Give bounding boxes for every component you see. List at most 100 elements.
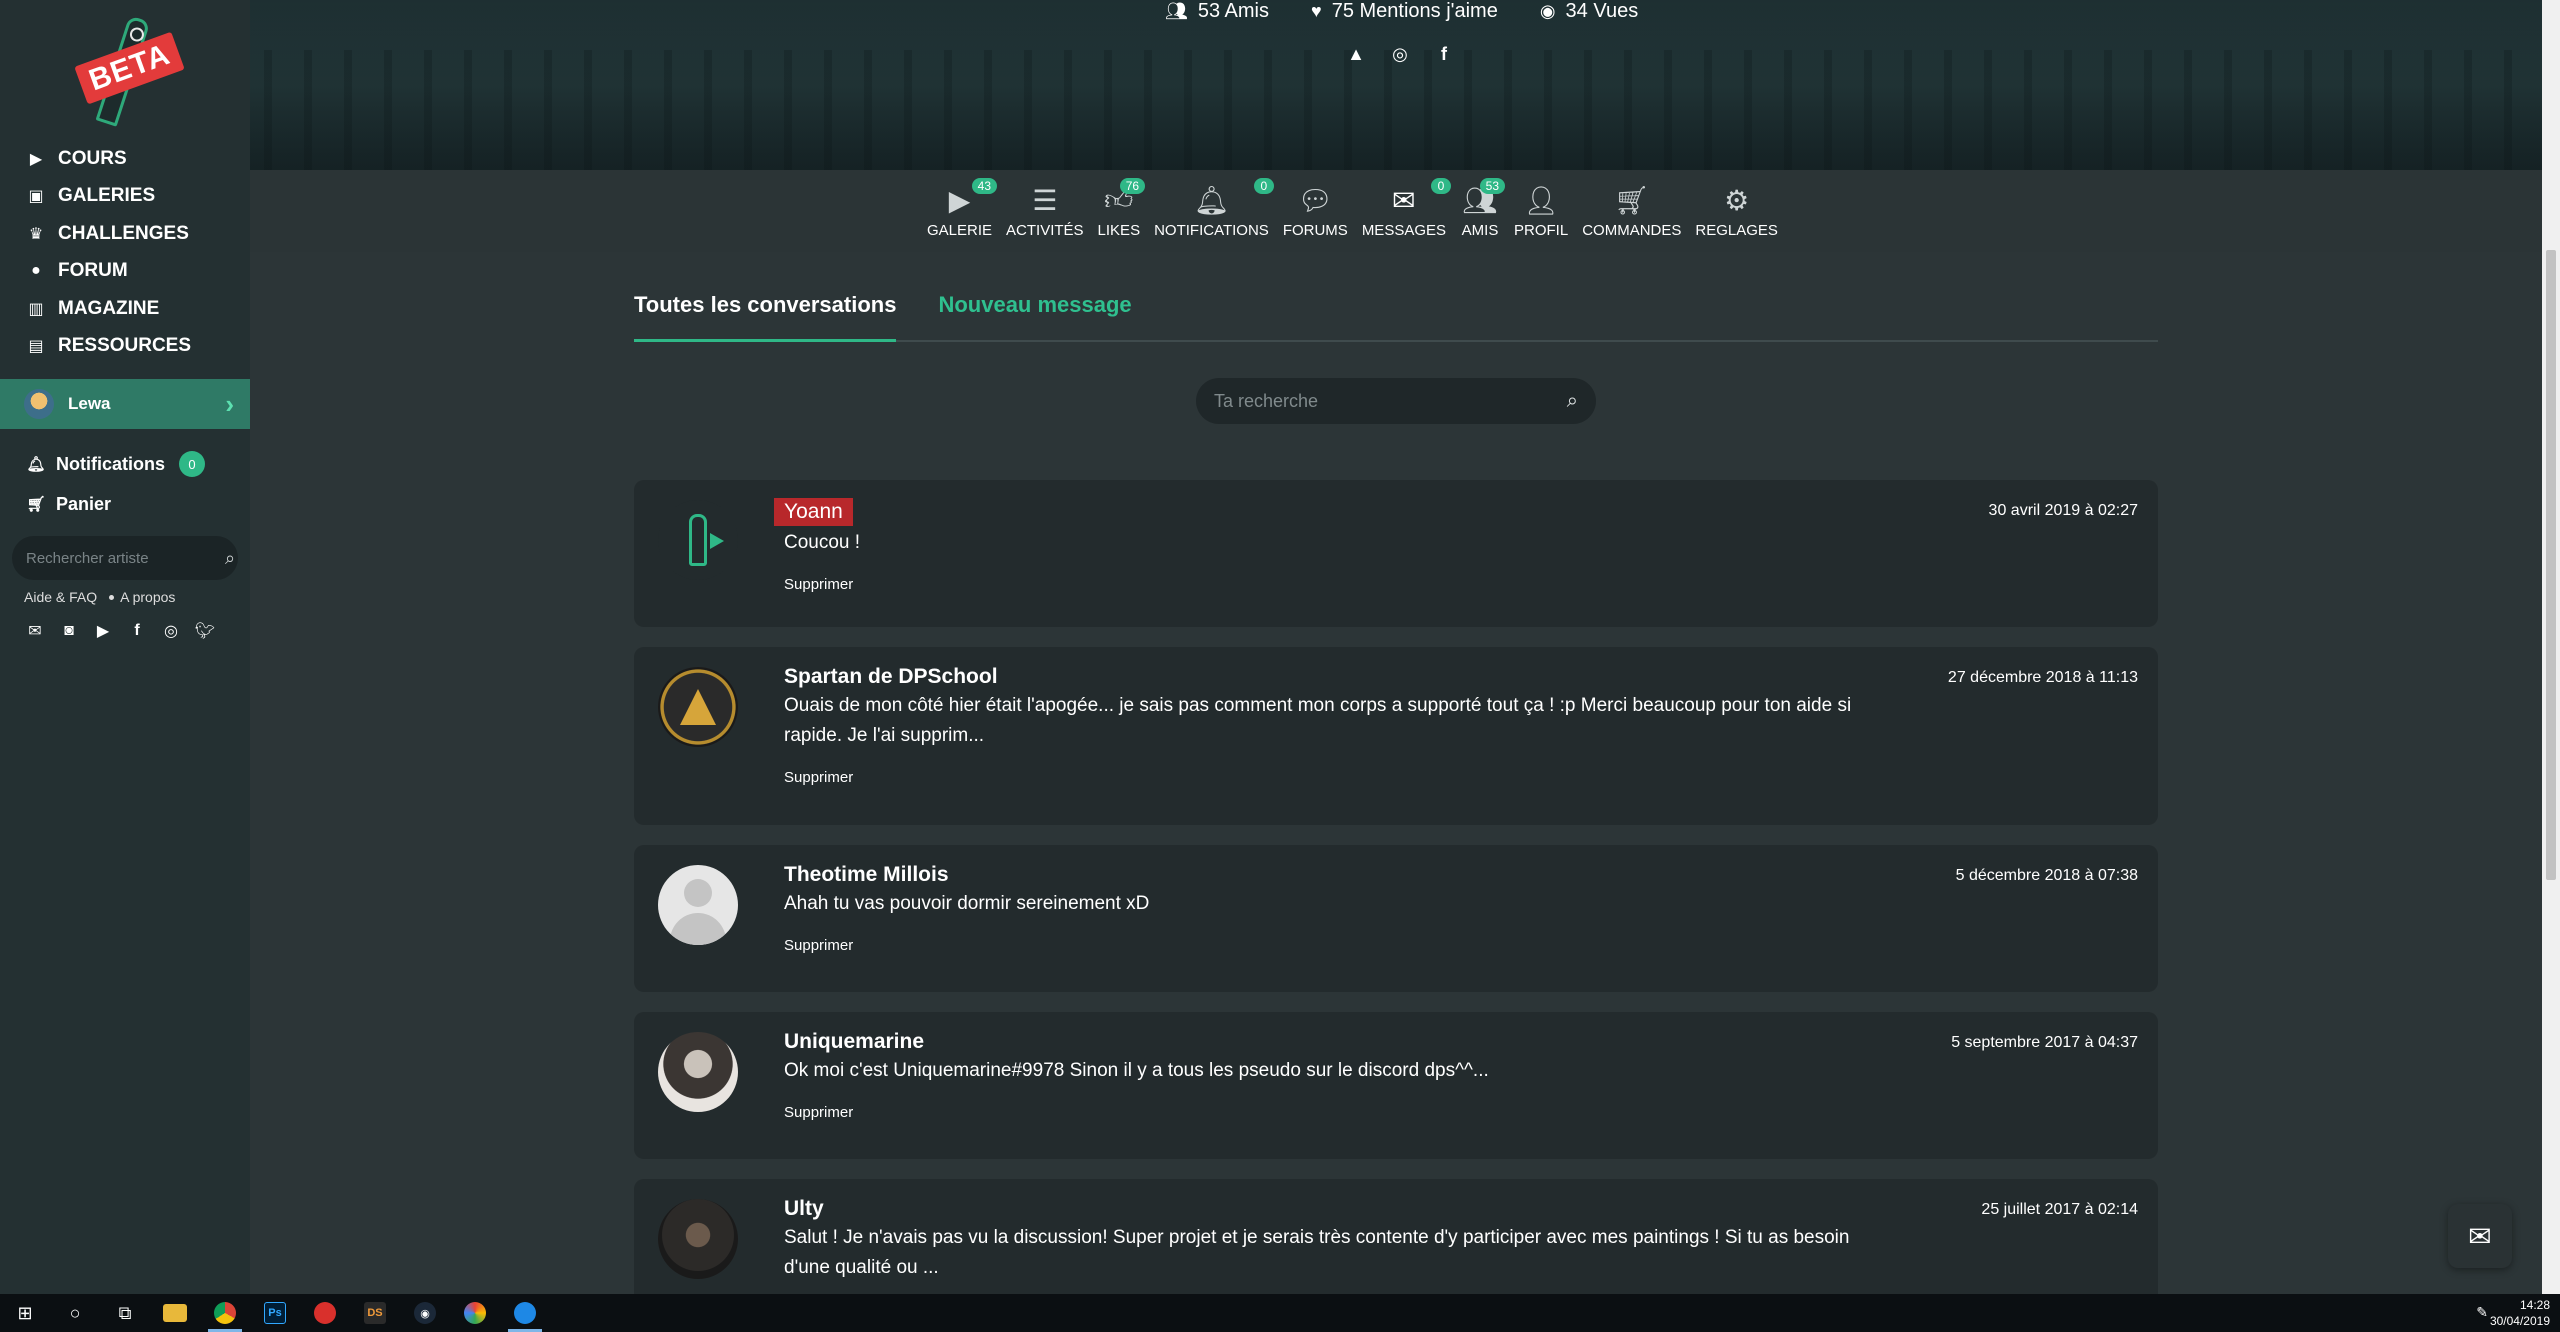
cart-link[interactable]: 🛒︎ Panier xyxy=(0,484,250,524)
tab-profil[interactable]: 👤︎ PROFIL xyxy=(1507,182,1575,240)
likes-stat-text: 75 Mentions j'aime xyxy=(1331,0,1498,22)
facebook-icon[interactable]: f xyxy=(1433,44,1455,65)
envelope-icon: ✉ xyxy=(2468,1220,2492,1252)
task-view-icon[interactable]: ⧉ xyxy=(100,1294,150,1332)
about-link[interactable]: A propos xyxy=(120,589,175,605)
search-circle-icon[interactable]: ○ xyxy=(50,1294,100,1332)
nav-label: CHALLENGES xyxy=(58,222,189,244)
app-multicolor-icon[interactable] xyxy=(450,1294,500,1332)
tab-count-badge: 53 xyxy=(1479,178,1506,194)
instagram-icon[interactable]: ◎ xyxy=(1389,44,1411,65)
daz-studio-icon[interactable]: DS xyxy=(350,1294,400,1332)
sidebar: BETA ▶ COURS ▣ GALERIES ♛ CHALLENGES ● F… xyxy=(0,0,250,1294)
conversation-search: ⌕ xyxy=(1196,378,1596,424)
discord-icon[interactable]: ◙ xyxy=(58,620,80,642)
photoshop-icon[interactable]: Ps xyxy=(250,1294,300,1332)
tab-label: GALERIE xyxy=(927,222,993,239)
profile-stats: 👥︎ 53 Amis ♥ 75 Mentions j'aime ◉ 34 Vue… xyxy=(1165,0,1638,23)
tab-label: PROFIL xyxy=(1514,222,1569,239)
tab-likes[interactable]: 👍︎ 76 LIKES xyxy=(1091,178,1148,239)
social-links: ✉ ◙ ▶ f ◎ 🐦︎ xyxy=(24,620,216,642)
tab-amis[interactable]: 👥︎ 53 AMIS xyxy=(1453,178,1507,239)
search-icon[interactable]: ⌕ xyxy=(225,548,235,569)
pen-tray-icon[interactable]: ✎ xyxy=(2476,1304,2488,1321)
conversation-item[interactable]: Spartan de DPSchool 27 décembre 2018 à 1… xyxy=(634,647,2158,825)
search-icon[interactable]: ⌕ xyxy=(1567,390,1578,413)
page-scrollbar[interactable] xyxy=(2542,0,2560,1294)
tab-label: NOTIFICATIONS xyxy=(1154,222,1269,239)
help-faq-link[interactable]: Aide & FAQ xyxy=(24,589,97,605)
messages-panel: Toutes les conversations Nouveau message… xyxy=(250,252,2542,1332)
tab-count-badge: 0 xyxy=(1431,178,1452,194)
conversation-item[interactable]: Uniquemarine 5 septembre 2017 à 04:37 Ok… xyxy=(634,1012,2158,1159)
youtube-icon[interactable]: ▶ xyxy=(92,620,114,642)
notifications-label: Notifications xyxy=(56,453,166,474)
main-nav: ▶ COURS ▣ GALERIES ♛ CHALLENGES ● FORUM … xyxy=(0,140,250,365)
comments-icon: 💬︎ xyxy=(1297,184,1334,216)
envelope-icon: ✉ xyxy=(1392,184,1416,216)
conversation-item[interactable]: Yoann 30 avril 2019 à 02:27 Coucou ! Sup… xyxy=(634,480,2158,627)
tab-forums[interactable]: 💬︎ FORUMS xyxy=(1276,182,1355,240)
tab-label: LIKES xyxy=(1097,222,1141,239)
conversation-date: 5 septembre 2017 à 04:37 xyxy=(1951,1034,2138,1051)
delete-conversation-link[interactable]: Supprimer xyxy=(784,1104,853,1121)
tab-galerie[interactable]: ▶ 43 GALERIE xyxy=(920,178,999,239)
conversation-preview: Salut ! Je n'avais pas vu la discussion!… xyxy=(784,1227,1850,1278)
steam-icon[interactable]: ◉ xyxy=(400,1294,450,1332)
nav-item-ressources[interactable]: ▤ RESSOURCES xyxy=(0,328,250,366)
tab-activites[interactable]: ☰ ACTIVITÉS xyxy=(999,182,1091,240)
avatar xyxy=(658,1199,738,1279)
profile-social-links: ▲ ◎ f xyxy=(1345,44,1455,65)
tab-count-badge: 0 xyxy=(1253,178,1274,194)
delete-conversation-link[interactable]: Supprimer xyxy=(784,769,853,786)
cart-icon: 🛒︎ xyxy=(1614,184,1650,216)
chrome-icon[interactable] xyxy=(200,1294,250,1332)
notifications-link[interactable]: 🔔︎ Notifications 0 xyxy=(0,444,250,484)
facebook-icon[interactable]: f xyxy=(126,620,148,642)
friends-stat: 👥︎ 53 Amis xyxy=(1165,0,1269,23)
floating-message-button[interactable]: ✉ xyxy=(2448,1204,2512,1268)
mail-icon[interactable]: ✉ xyxy=(24,620,46,642)
profile-tabs: ▶ 43 GALERIE ☰ ACTIVITÉS 👍︎ 76 LIKES 🔔︎ … xyxy=(920,178,1785,240)
scrollbar-thumb[interactable] xyxy=(2546,250,2556,880)
user-menu[interactable]: Lewa › xyxy=(0,379,250,429)
app-red-icon[interactable] xyxy=(300,1294,350,1332)
artstation-icon[interactable]: ▲ xyxy=(1345,44,1367,65)
app-blue-icon[interactable] xyxy=(500,1294,550,1332)
artist-search-input[interactable] xyxy=(26,549,225,567)
file-explorer-icon[interactable] xyxy=(150,1294,200,1332)
conversation-search-input[interactable] xyxy=(1214,390,1567,412)
notifications-count-badge: 0 xyxy=(179,451,206,477)
conversation-date: 30 avril 2019 à 02:27 xyxy=(1988,502,2138,519)
nav-item-magazine[interactable]: ▥ MAGAZINE xyxy=(0,290,250,328)
nav-item-cours[interactable]: ▶ COURS xyxy=(0,140,250,178)
delete-conversation-link[interactable]: Supprimer xyxy=(784,576,853,593)
windows-start-icon[interactable]: ⊞ xyxy=(0,1294,50,1332)
tab-commandes[interactable]: 🛒︎ COMMANDES xyxy=(1575,182,1688,240)
nav-item-forum[interactable]: ● FORUM xyxy=(0,253,250,291)
conversation-sender: Yoann xyxy=(774,498,853,526)
delete-conversation-link[interactable]: Supprimer xyxy=(784,937,853,954)
instagram-icon[interactable]: ◎ xyxy=(160,620,182,642)
book-open-icon: ▥ xyxy=(28,300,44,318)
tab-new-message[interactable]: Nouveau message xyxy=(938,292,1131,342)
avatar xyxy=(658,1032,738,1112)
tab-messages[interactable]: ✉ 0 MESSAGES xyxy=(1355,178,1453,239)
tab-label: COMMANDES xyxy=(1582,222,1682,239)
twitter-icon[interactable]: 🐦︎ xyxy=(194,620,216,642)
conversation-date: 27 décembre 2018 à 11:13 xyxy=(1947,669,2138,686)
site-logo[interactable]: BETA xyxy=(70,15,186,127)
nav-item-challenges[interactable]: ♛ CHALLENGES xyxy=(0,215,250,253)
gear-icon: ⚙ xyxy=(1724,184,1750,216)
conversation-preview: Ouais de mon côté hier était l'apogée...… xyxy=(784,695,1852,746)
taskbar-clock[interactable]: 14:28 30/04/2019 xyxy=(2490,1297,2550,1329)
separator-dot xyxy=(109,594,115,600)
tab-notifications[interactable]: 🔔︎ 0 NOTIFICATIONS xyxy=(1147,178,1276,239)
likes-stat: ♥ 75 Mentions j'aime xyxy=(1311,0,1498,23)
clock-date: 30/04/2019 xyxy=(2489,1314,2550,1328)
tab-all-conversations[interactable]: Toutes les conversations xyxy=(634,292,897,342)
tab-reglages[interactable]: ⚙ REGLAGES xyxy=(1688,182,1785,240)
nav-item-galeries[interactable]: ▣ GALERIES xyxy=(0,178,250,216)
tab-label: MESSAGES xyxy=(1361,222,1447,239)
conversation-item[interactable]: Theotime Millois 5 décembre 2018 à 07:38… xyxy=(634,845,2158,992)
